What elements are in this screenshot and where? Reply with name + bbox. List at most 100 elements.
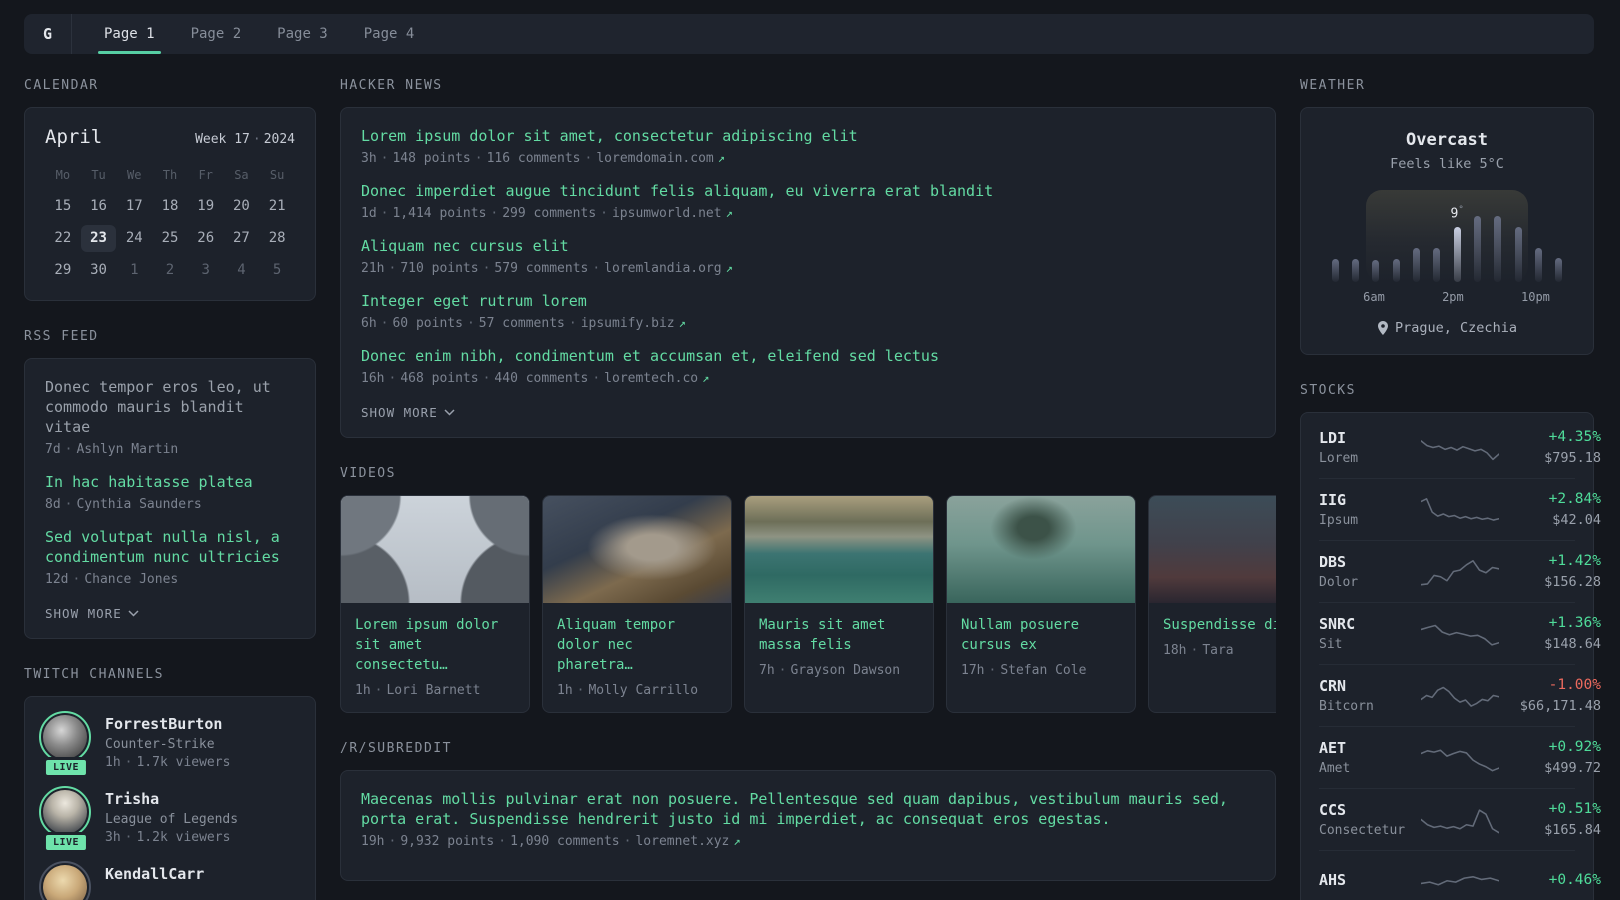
- post-comments[interactable]: 1,090 comments: [510, 834, 620, 849]
- separator-dot: ·: [592, 261, 601, 276]
- weather-hour-column: [1549, 190, 1569, 282]
- video-card[interactable]: Mauris sit amet massa felis 7h · Grayson Da…: [744, 495, 934, 713]
- post-comments[interactable]: 440 comments: [494, 371, 588, 386]
- post-title-link[interactable]: Donec tempor eros leo, ut commodo mauris…: [45, 377, 295, 437]
- separator-dot: ·: [466, 316, 475, 331]
- calendar-day[interactable]: 28: [259, 225, 295, 252]
- video-title[interactable]: Mauris sit amet massa felis: [759, 615, 919, 655]
- tab-page-4[interactable]: Page 4: [350, 14, 429, 54]
- post-domain-link[interactable]: loremlandia.org: [604, 261, 721, 276]
- calendar-day[interactable]: 17: [116, 193, 152, 220]
- calendar-day-selected[interactable]: 23: [80, 225, 117, 252]
- stock-row[interactable]: AHS +0.46%: [1319, 850, 1601, 900]
- app-logo[interactable]: G: [24, 14, 72, 54]
- stock-row[interactable]: DBS Dolor +1.42% $156.28: [1319, 540, 1601, 602]
- video-card[interactable]: Suspendisse diam 18h·Tara: [1148, 495, 1276, 713]
- calendar-day[interactable]: 24: [116, 225, 152, 252]
- video-author: Stefan Cole: [1000, 663, 1087, 678]
- post-time: 21h: [361, 261, 385, 276]
- video-card[interactable]: Nullam posuere cursus ex 17h · Stefan Cole: [946, 495, 1136, 713]
- post-domain-link[interactable]: loremnet.xyz: [635, 834, 729, 849]
- calendar-day[interactable]: 25: [152, 225, 188, 252]
- show-more-button[interactable]: SHOW MORE: [45, 606, 139, 621]
- weather-temp-bar: [1514, 227, 1522, 282]
- calendar-day[interactable]: 20: [224, 193, 260, 220]
- show-more-label: SHOW MORE: [361, 405, 438, 420]
- post-title-link[interactable]: Maecenas mollis pulvinar erat non posuer…: [361, 789, 1255, 829]
- post-comments[interactable]: 116 comments: [487, 151, 581, 166]
- twitch-channel-name[interactable]: Trisha: [105, 790, 238, 808]
- calendar-day[interactable]: 18: [152, 193, 188, 220]
- post-comments[interactable]: 299 comments: [502, 206, 596, 221]
- twitch-channel-name[interactable]: ForrestBurton: [105, 715, 230, 733]
- calendar-day[interactable]: 2: [152, 257, 188, 284]
- video-thumbnail[interactable]: [1149, 496, 1276, 603]
- video-thumbnail[interactable]: [947, 496, 1135, 603]
- post-comments[interactable]: 579 comments: [494, 261, 588, 276]
- stock-row[interactable]: IIG Ipsum +2.84% $42.04: [1319, 478, 1601, 540]
- video-thumbnail[interactable]: [543, 496, 731, 603]
- stock-row[interactable]: CRN Bitcorn -1.00% $66,171.48: [1319, 664, 1601, 726]
- content-grid: CALENDAR April Week 17 · 2024 Mo Tu We Th Fr Sa…: [24, 78, 1601, 900]
- weather-location[interactable]: Prague, Czechia: [1323, 320, 1571, 336]
- calendar-day[interactable]: 22: [45, 225, 81, 252]
- twitch-channel-game[interactable]: League of Legends: [105, 812, 238, 827]
- separator-dot: ·: [498, 834, 507, 849]
- twitch-channel-row[interactable]: LIVE Trisha League of Legends 3h · 1.2k viewe…: [39, 786, 297, 853]
- post-title-link[interactable]: Lorem ipsum dolor sit amet, consectetur …: [361, 126, 1255, 146]
- video-card[interactable]: Lorem ipsum dolor sit amet consectetu… 1h…: [340, 495, 530, 713]
- tab-page-2[interactable]: Page 2: [177, 14, 256, 54]
- post-domain-link[interactable]: loremdomain.com: [596, 151, 713, 166]
- stock-row[interactable]: AET Amet +0.92% $499.72: [1319, 726, 1601, 788]
- calendar-day[interactable]: 29: [45, 257, 81, 284]
- rss-section: RSS FEED Donec tempor eros leo, ut commo…: [24, 329, 316, 639]
- post-comments[interactable]: 57 comments: [479, 316, 565, 331]
- post-title-link[interactable]: Donec imperdiet augue tincidunt felis al…: [361, 181, 1255, 201]
- stock-row[interactable]: SNRC Sit +1.36% $148.64: [1319, 602, 1601, 664]
- calendar-day[interactable]: 27: [224, 225, 260, 252]
- calendar-day[interactable]: 5: [259, 257, 295, 284]
- calendar-day[interactable]: 30: [81, 257, 117, 284]
- subreddit-section-label: /R/SUBREDDIT: [340, 741, 452, 756]
- calendar-day[interactable]: 15: [45, 193, 81, 220]
- video-title[interactable]: Nullam posuere cursus ex: [961, 615, 1121, 655]
- calendar-day[interactable]: 4: [224, 257, 260, 284]
- stock-price: $42.04: [1552, 512, 1601, 528]
- video-title[interactable]: Aliquam tempor dolor nec pharetra…: [557, 615, 717, 675]
- calendar-day[interactable]: 1: [116, 257, 152, 284]
- video-title[interactable]: Lorem ipsum dolor sit amet consectetu…: [355, 615, 515, 675]
- video-thumbnail[interactable]: [341, 496, 529, 603]
- calendar-day[interactable]: 19: [188, 193, 224, 220]
- twitch-channel-row[interactable]: KendallCarr: [39, 861, 297, 900]
- twitch-channel-game[interactable]: Counter-Strike: [105, 737, 230, 752]
- video-author: Molly Carrillo: [588, 683, 699, 698]
- post-title-link[interactable]: Integer eget rutrum lorem: [361, 291, 1255, 311]
- stock-row[interactable]: CCS Consectetur +0.51% $165.84: [1319, 788, 1601, 850]
- weather-hour-tick: 6am: [1363, 290, 1385, 304]
- weather-condition: Overcast: [1406, 130, 1488, 150]
- calendar-day[interactable]: 16: [81, 193, 117, 220]
- stock-row[interactable]: LDI Lorem +4.35% $795.18: [1319, 417, 1601, 478]
- video-thumbnail[interactable]: [745, 496, 933, 603]
- post-title-link[interactable]: Donec enim nibh, condimentum et accumsan…: [361, 346, 1255, 366]
- twitch-channel-info: ForrestBurton Counter-Strike 1h · 1.7k viewe…: [105, 715, 230, 770]
- post-title-link[interactable]: Aliquam nec cursus elit: [361, 236, 1255, 256]
- twitch-channel-name[interactable]: KendallCarr: [105, 865, 204, 883]
- post-time: 7d: [45, 442, 61, 457]
- twitch-channel-row[interactable]: LIVE ForrestBurton Counter-Strike 1h · 1.7k v…: [39, 711, 297, 778]
- post-domain-link[interactable]: loremtech.co: [604, 371, 698, 386]
- tab-page-1[interactable]: Page 1: [90, 14, 169, 54]
- video-title[interactable]: Suspendisse diam: [1163, 615, 1276, 635]
- post-domain-link[interactable]: ipsumworld.net: [612, 206, 722, 221]
- post-title-link[interactable]: Sed volutpat nulla nisl, a condimentum n…: [45, 527, 295, 567]
- post-title-link[interactable]: In hac habitasse platea: [45, 472, 295, 492]
- separator-dot: ·: [72, 572, 81, 587]
- tab-page-3[interactable]: Page 3: [263, 14, 342, 54]
- calendar-day[interactable]: 3: [188, 257, 224, 284]
- show-more-button[interactable]: SHOW MORE: [361, 405, 455, 420]
- video-card[interactable]: Aliquam tempor dolor nec pharetra… 1h · Mol…: [542, 495, 732, 713]
- calendar-day[interactable]: 21: [259, 193, 295, 220]
- calendar-day-header: We: [127, 168, 142, 182]
- calendar-day[interactable]: 26: [188, 225, 224, 252]
- post-domain-link[interactable]: ipsumify.biz: [581, 316, 675, 331]
